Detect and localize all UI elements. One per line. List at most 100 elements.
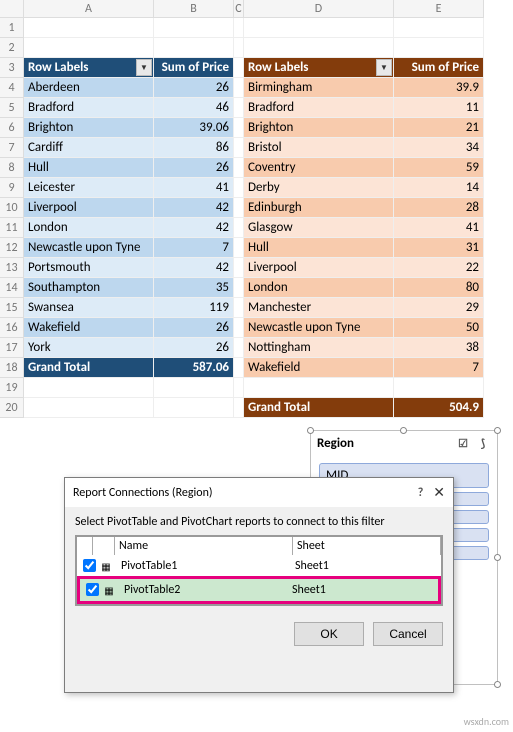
cell[interactable]: 41 [394, 218, 484, 238]
row-header[interactable]: 20 [0, 398, 24, 418]
cell[interactable] [234, 78, 244, 98]
row-header[interactable]: 11 [0, 218, 24, 238]
row-header[interactable]: 18 [0, 358, 24, 378]
cell[interactable]: 59 [394, 158, 484, 178]
row-header[interactable]: 4 [0, 78, 24, 98]
col-name-header[interactable]: Name [115, 537, 293, 555]
connection-row[interactable]: ▦PivotTable2Sheet1 [80, 579, 438, 601]
row-header[interactable]: 16 [0, 318, 24, 338]
cell[interactable] [234, 378, 244, 398]
cell[interactable]: Row Labels▼ [244, 58, 394, 78]
connection-row[interactable]: ▦PivotTable1Sheet1 [77, 555, 441, 577]
cell[interactable]: 39.9 [394, 78, 484, 98]
cell[interactable]: 86 [154, 138, 234, 158]
col-header-A[interactable]: A [24, 0, 154, 18]
cell[interactable]: Glasgow [244, 218, 394, 238]
cell[interactable]: Swansea [24, 298, 154, 318]
cell[interactable]: 14 [394, 178, 484, 198]
filter-dropdown-icon[interactable]: ▼ [376, 59, 392, 76]
cell[interactable]: Derby [244, 178, 394, 198]
cell[interactable]: 504.9 [394, 398, 484, 418]
cell[interactable]: 11 [394, 98, 484, 118]
cell[interactable]: Bradford [244, 98, 394, 118]
cell[interactable] [234, 118, 244, 138]
cell[interactable]: Sum of Price [394, 58, 484, 78]
cell[interactable]: London [244, 278, 394, 298]
cell[interactable] [234, 38, 244, 58]
cell[interactable]: 22 [394, 258, 484, 278]
cell[interactable] [234, 158, 244, 178]
cell[interactable]: Sum of Price [154, 58, 234, 78]
cell[interactable]: Liverpool [24, 198, 154, 218]
row-header[interactable]: 10 [0, 198, 24, 218]
row-header[interactable]: 7 [0, 138, 24, 158]
cell[interactable] [244, 18, 394, 38]
cell[interactable] [234, 18, 244, 38]
cell[interactable]: Newcastle upon Tyne [24, 238, 154, 258]
cell[interactable]: Hull [244, 238, 394, 258]
cell[interactable] [154, 398, 234, 418]
clear-filter-icon[interactable]: ⟆ [475, 435, 491, 451]
cell[interactable] [234, 358, 244, 378]
cell[interactable]: Brighton [24, 118, 154, 138]
cell[interactable]: 26 [154, 78, 234, 98]
cell[interactable]: 35 [154, 278, 234, 298]
cell[interactable]: 42 [154, 198, 234, 218]
cell[interactable] [24, 398, 154, 418]
cell[interactable]: Aberdeen [24, 78, 154, 98]
select-all-corner[interactable] [0, 0, 24, 18]
help-icon[interactable]: ? [418, 486, 424, 500]
cell[interactable]: Row Labels▼ [24, 58, 154, 78]
col-header-D[interactable]: D [244, 0, 394, 18]
row-header[interactable]: 6 [0, 118, 24, 138]
cell[interactable]: Portsmouth [24, 258, 154, 278]
cell[interactable] [244, 38, 394, 58]
cell[interactable]: Nottingham [244, 338, 394, 358]
cell[interactable]: 31 [394, 238, 484, 258]
cell[interactable]: Leicester [24, 178, 154, 198]
cell[interactable]: 7 [154, 238, 234, 258]
cell[interactable]: York [24, 338, 154, 358]
cell[interactable]: Bradford [24, 98, 154, 118]
cancel-button[interactable]: Cancel [373, 622, 443, 646]
row-checkbox[interactable] [82, 580, 98, 600]
row-header[interactable]: 2 [0, 38, 24, 58]
cell[interactable]: Coventry [244, 158, 394, 178]
cell[interactable]: Hull [24, 158, 154, 178]
cell[interactable] [244, 378, 394, 398]
cell[interactable] [234, 58, 244, 78]
cell[interactable] [24, 18, 154, 38]
cell[interactable] [234, 278, 244, 298]
cell[interactable]: 46 [154, 98, 234, 118]
cell[interactable]: Newcastle upon Tyne [244, 318, 394, 338]
cell[interactable]: Cardiff [24, 138, 154, 158]
cell[interactable]: Southampton [24, 278, 154, 298]
row-header[interactable]: 19 [0, 378, 24, 398]
cell[interactable] [154, 378, 234, 398]
col-header-B[interactable]: B [154, 0, 234, 18]
cell[interactable] [234, 298, 244, 318]
row-header[interactable]: 12 [0, 238, 24, 258]
cell[interactable]: 7 [394, 358, 484, 378]
cell[interactable]: 80 [394, 278, 484, 298]
cell[interactable] [234, 138, 244, 158]
row-header[interactable]: 17 [0, 338, 24, 358]
cell[interactable] [394, 18, 484, 38]
cell[interactable]: 26 [154, 158, 234, 178]
cell[interactable] [234, 218, 244, 238]
row-header[interactable]: 8 [0, 158, 24, 178]
cell[interactable] [394, 38, 484, 58]
cell[interactable] [394, 378, 484, 398]
cell[interactable]: 34 [394, 138, 484, 158]
cell[interactable] [24, 38, 154, 58]
cell[interactable] [234, 198, 244, 218]
cell[interactable]: Wakefield [244, 358, 394, 378]
cell[interactable] [24, 378, 154, 398]
cell[interactable]: 26 [154, 338, 234, 358]
cell[interactable]: Brighton [244, 118, 394, 138]
cell[interactable]: Grand Total [244, 398, 394, 418]
row-header[interactable]: 9 [0, 178, 24, 198]
close-icon[interactable]: ✕ [433, 484, 445, 501]
row-header[interactable]: 14 [0, 278, 24, 298]
row-checkbox[interactable] [79, 556, 95, 576]
